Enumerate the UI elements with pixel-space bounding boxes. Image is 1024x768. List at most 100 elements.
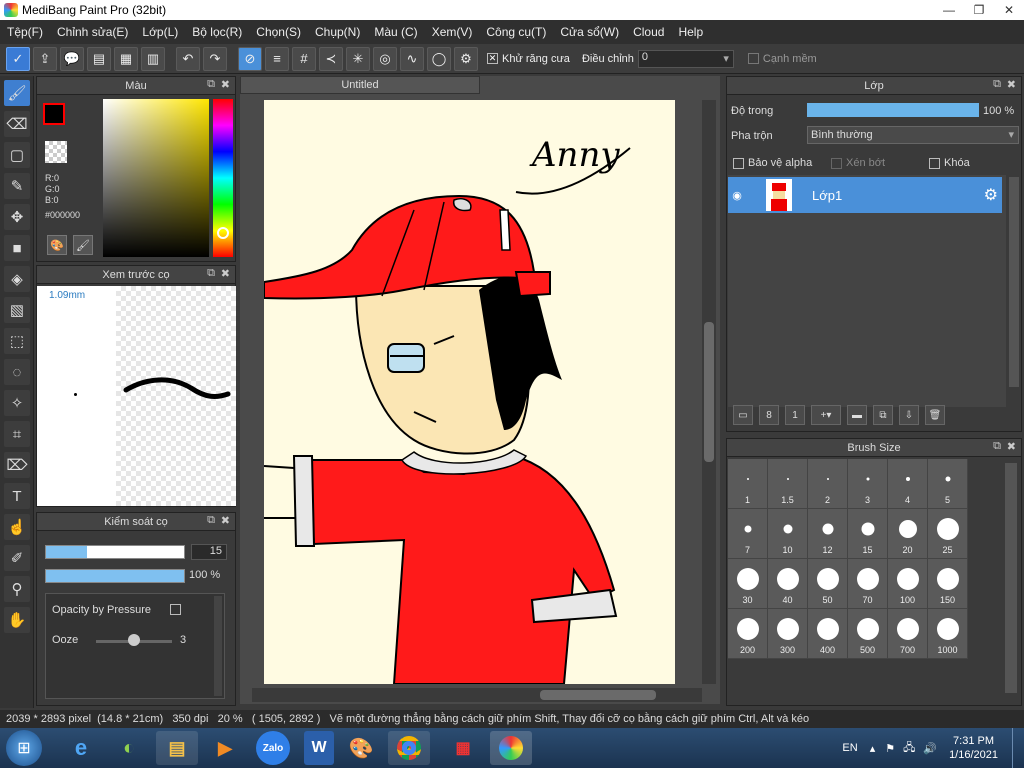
menu-select[interactable]: Chọn(S) xyxy=(249,25,308,39)
layer-list-scrollbar[interactable] xyxy=(1009,177,1019,387)
opacity-by-pressure-checkbox[interactable] xyxy=(170,604,181,615)
text-tool-icon[interactable]: T xyxy=(4,483,30,509)
divide-tool-icon[interactable]: ✐ xyxy=(4,545,30,571)
brush-opacity-slider[interactable] xyxy=(45,569,185,583)
blend-mode-select[interactable]: Bình thường ▾ xyxy=(807,126,1019,144)
hand-tool-icon[interactable]: ✋ xyxy=(4,607,30,633)
menu-filter[interactable]: Bộ lọc(R) xyxy=(185,25,249,39)
vertical-scroll-thumb[interactable] xyxy=(704,322,714,462)
saturation-value-picker[interactable] xyxy=(103,99,209,257)
brush-size-preset[interactable]: 4 xyxy=(888,459,928,509)
redo-button[interactable]: ↷ xyxy=(203,46,227,71)
share-icon[interactable]: ⇪ xyxy=(33,46,57,71)
duplicate-layer-icon[interactable]: ⧉ xyxy=(873,405,893,425)
soft-edge-checkbox[interactable] xyxy=(747,53,759,64)
parallel-snap-icon[interactable]: ≡ xyxy=(265,46,289,71)
brush-size-preset[interactable]: 100 xyxy=(888,559,928,609)
brush-size-preset[interactable]: 2 xyxy=(808,459,848,509)
color-history-icon[interactable]: 🖌 xyxy=(73,235,93,255)
menu-edit[interactable]: Chỉnh sửa(E) xyxy=(50,25,135,39)
brush-size-preset[interactable]: 12 xyxy=(808,509,848,559)
internet-explorer-icon[interactable]: e xyxy=(60,731,102,765)
perspective-snap-icon[interactable]: ≺ xyxy=(319,46,343,71)
brush-size-preset[interactable]: 10 xyxy=(768,509,808,559)
merge-layer-icon[interactable]: ⇩ xyxy=(899,405,919,425)
brush-size-preset[interactable]: 15 xyxy=(848,509,888,559)
clock-time[interactable]: 7:31 PM xyxy=(949,734,998,748)
zalo-icon[interactable]: Zalo xyxy=(256,731,290,765)
restore-button[interactable]: ❐ xyxy=(964,0,994,20)
lasso-tool-icon[interactable]: ◌ xyxy=(4,359,30,385)
dot-brush-tool-icon[interactable]: ✎ xyxy=(4,173,30,199)
fill-rect-tool-icon[interactable]: ■ xyxy=(4,235,30,261)
layer-row[interactable]: ◉ Lớp1 ⚙ xyxy=(728,177,1002,213)
brush-size-preset[interactable]: 700 xyxy=(888,609,928,659)
undo-button[interactable]: ↶ xyxy=(176,46,200,71)
eyedropper-tool-icon[interactable]: ⚲ xyxy=(4,576,30,602)
brush-size-preset[interactable]: 3 xyxy=(848,459,888,509)
close-icon[interactable]: ✖ xyxy=(221,267,230,280)
brush-size-preset[interactable]: 200 xyxy=(728,609,768,659)
canvas-vertical-scrollbar[interactable] xyxy=(702,100,716,684)
close-icon[interactable]: ✖ xyxy=(1007,78,1016,91)
select-pen-tool-icon[interactable]: ⌗ xyxy=(4,421,30,447)
brush-tool-icon[interactable]: 🖌 xyxy=(4,80,30,106)
horizontal-scroll-thumb[interactable] xyxy=(540,690,656,700)
options-scrollbar[interactable] xyxy=(214,596,222,696)
brush-size-preset[interactable]: 70 xyxy=(848,559,888,609)
brush-size-preset[interactable]: 30 xyxy=(728,559,768,609)
brush-size-preset[interactable]: 7 xyxy=(728,509,768,559)
word-icon[interactable]: W xyxy=(304,731,334,765)
menu-color[interactable]: Màu (C) xyxy=(367,25,424,39)
clipping-checkbox[interactable] xyxy=(831,157,842,169)
lock-checkbox[interactable] xyxy=(929,157,940,169)
move-tool-icon[interactable]: ✥ xyxy=(4,204,30,230)
layer-opacity-slider[interactable] xyxy=(807,103,979,117)
unikey-tray-app-icon[interactable]: ▦ xyxy=(442,731,484,765)
flag-icon[interactable]: ⚑ xyxy=(885,742,895,755)
correction-select[interactable]: 0 xyxy=(637,49,734,68)
brush-size-preset[interactable]: 25 xyxy=(928,509,968,559)
menu-tools[interactable]: Công cụ(T) xyxy=(479,25,553,39)
paint-palette-icon[interactable]: 🎨 xyxy=(340,731,382,765)
ellipse-snap-icon[interactable]: ◯ xyxy=(427,46,451,71)
hue-handle[interactable] xyxy=(217,227,229,239)
show-desktop-button[interactable] xyxy=(1012,728,1024,768)
brush-size-preset[interactable]: 5 xyxy=(928,459,968,509)
close-icon[interactable]: ✖ xyxy=(1007,440,1016,453)
brush-size-preset[interactable]: 40 xyxy=(768,559,808,609)
antialias-checkbox[interactable]: ✕ xyxy=(487,53,498,64)
ooze-handle[interactable] xyxy=(128,634,140,646)
select-tool-icon[interactable]: ⬚ xyxy=(4,328,30,354)
add-layer-dropdown-icon[interactable]: +▾ xyxy=(811,405,841,425)
gradient-tool-icon[interactable]: ▧ xyxy=(4,297,30,323)
new-1bit-layer-icon[interactable]: 1 xyxy=(785,405,805,425)
delete-layer-icon[interactable]: 🗑 xyxy=(925,405,945,425)
brush-size-preset[interactable]: 1 xyxy=(728,459,768,509)
clock-date[interactable]: 1/16/2021 xyxy=(949,748,998,762)
rectangle-tool-icon[interactable]: ▢ xyxy=(4,142,30,168)
foreground-color-swatch[interactable] xyxy=(43,103,65,125)
brush-size-slider[interactable] xyxy=(45,545,185,559)
new-layer-icon[interactable]: ▭ xyxy=(733,405,753,425)
grid-layout-icon[interactable]: ▥ xyxy=(141,46,165,71)
visibility-eye-icon[interactable]: ◉ xyxy=(728,189,746,202)
layer-settings-gear-icon[interactable]: ⚙ xyxy=(984,185,998,205)
grid-snap-icon[interactable]: # xyxy=(292,46,316,71)
menu-window[interactable]: Cửa sổ(W) xyxy=(553,25,626,39)
brush-size-preset[interactable]: 400 xyxy=(808,609,848,659)
eraser-tool-icon[interactable]: ⌫ xyxy=(4,111,30,137)
radial-snap-icon[interactable]: ✳ xyxy=(346,46,370,71)
snap-settings-icon[interactable]: ⚙ xyxy=(454,46,478,71)
file-explorer-icon[interactable]: ▤ xyxy=(156,731,198,765)
cloud-save-icon[interactable]: ✓ xyxy=(6,46,30,71)
canvas-horizontal-scrollbar[interactable] xyxy=(252,688,702,702)
brush-size-input[interactable]: 15 xyxy=(191,544,227,560)
menu-cloud[interactable]: Cloud xyxy=(626,25,671,39)
snap-off-icon[interactable]: ⊘ xyxy=(238,46,262,71)
brush-size-preset[interactable]: 50 xyxy=(808,559,848,609)
menu-help[interactable]: Help xyxy=(671,25,710,39)
brush-size-preset[interactable]: 300 xyxy=(768,609,808,659)
undock-icon[interactable]: ⧉ xyxy=(207,78,215,91)
volume-icon[interactable]: 🔊 xyxy=(923,742,937,755)
